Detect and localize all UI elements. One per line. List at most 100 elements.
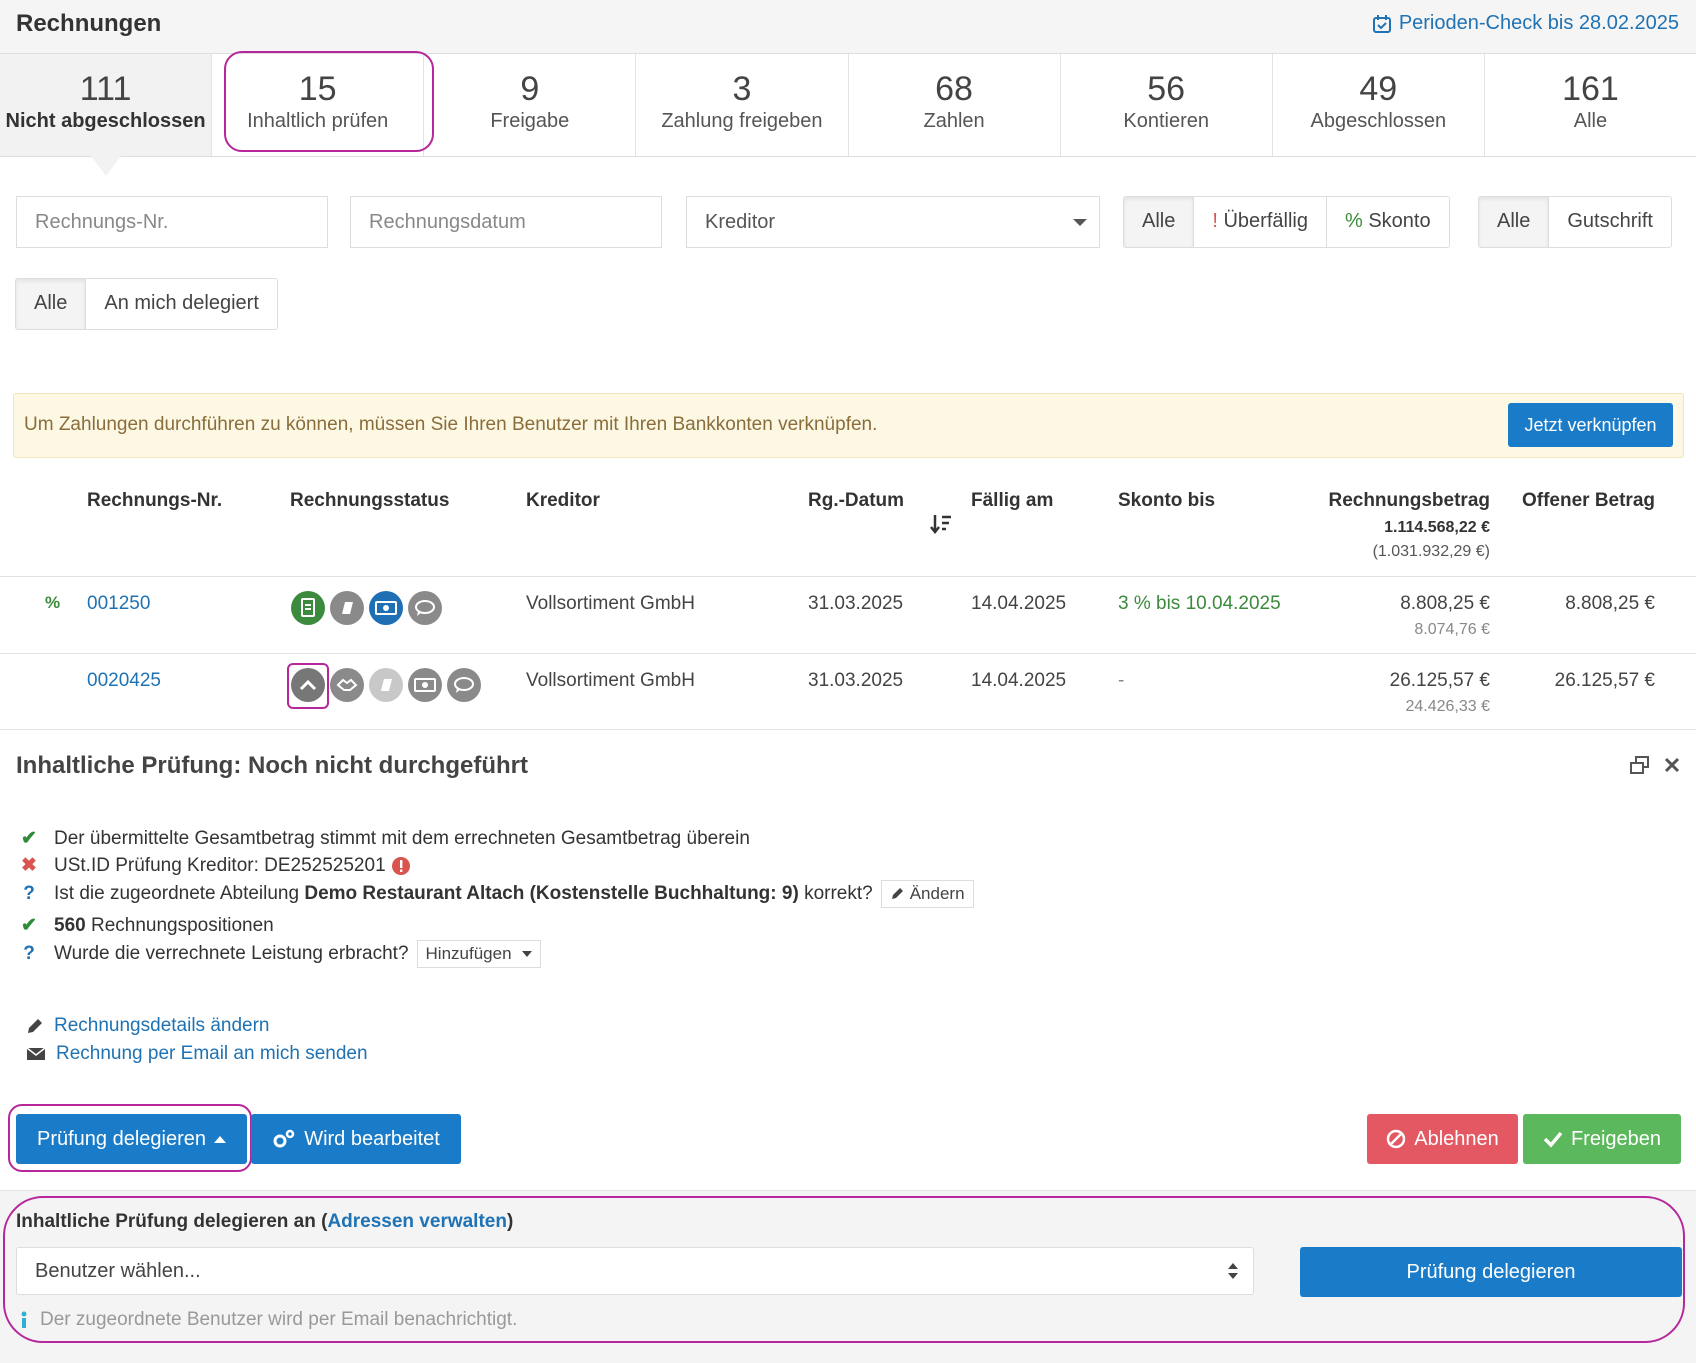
email-invoice-label: Rechnung per Email an mich senden <box>56 1043 368 1064</box>
table-row[interactable]: 0020425 Vollsortiment GmbH 31.03.2025 14… <box>0 653 1696 730</box>
book-icon[interactable] <box>330 591 364 625</box>
col-date[interactable]: Rg.-Datum <box>808 490 904 512</box>
tab-count: 9 <box>520 70 540 108</box>
tab-account[interactable]: 56 Kontieren <box>1061 54 1273 156</box>
email-invoice-link[interactable]: Rechnung per Email an mich senden <box>26 1043 368 1065</box>
creditor-select[interactable]: Kreditor <box>686 196 1100 248</box>
invoice-date: 31.03.2025 <box>808 670 904 691</box>
period-check-link[interactable]: Perioden-Check bis 28.02.2025 <box>1372 12 1679 35</box>
open-amount: 8.808,25 € <box>1565 593 1655 614</box>
col-open-amount[interactable]: Offener Betrag <box>1500 490 1655 512</box>
panel-controls <box>1630 756 1680 774</box>
col-creditor[interactable]: Kreditor <box>526 490 600 512</box>
add-dropdown-button[interactable]: Hinzufügen <box>416 940 541 968</box>
tab-not-completed[interactable]: 111 Nicht abgeschlossen <box>0 54 213 176</box>
invoice-amount: 26.125,57 € <box>1389 670 1490 691</box>
check-text: Rechnungspositionen <box>90 914 274 936</box>
discount-until: 3 % bis 10.04.2025 <box>1118 593 1281 614</box>
reject-label: Ablehnen <box>1414 1127 1499 1150</box>
invoice-amount: 8.808,25 € <box>1400 593 1490 614</box>
col-due[interactable]: Fällig am <box>971 490 1053 512</box>
sort-desc-icon[interactable] <box>930 513 952 535</box>
popout-icon[interactable] <box>1630 756 1650 774</box>
chevron-down-icon <box>1073 219 1087 226</box>
check-icon <box>1543 1130 1563 1148</box>
handshake-icon[interactable] <box>330 668 364 702</box>
col-amount[interactable]: Rechnungsbetrag <box>1290 490 1490 512</box>
check-department: ? Ist die zugeordnete Abteilung Demo Res… <box>16 880 974 908</box>
amount-net-total: (1.031.932,29 €) <box>1372 543 1490 560</box>
alert-text: Um Zahlungen durchführen zu können, müss… <box>24 414 878 435</box>
money-icon[interactable] <box>369 591 403 625</box>
check-text: Wurde die verrechnete Leistung erbracht? <box>54 943 409 964</box>
tab-label: Alle <box>1573 110 1608 132</box>
type-filter-all[interactable]: Alle <box>1479 197 1550 247</box>
invoice-date-input[interactable]: Rechnungsdatum <box>350 196 662 248</box>
invoice-number-input[interactable]: Rechnungs-Nr. <box>16 196 328 248</box>
open-amount: 26.125,57 € <box>1554 670 1655 691</box>
comment-icon[interactable] <box>408 591 442 625</box>
check-text: Der übermittelte Gesamtbetrag stimmt mit… <box>54 827 750 849</box>
highlight-tab-annotation <box>224 51 434 152</box>
tab-count: 3 <box>732 70 752 108</box>
type-filter-group: Alle Gutschrift <box>1478 196 1672 248</box>
tab-payment-approval[interactable]: 3 Zahlung freigeben <box>636 54 849 156</box>
tab-count: 68 <box>935 70 973 108</box>
invoice-number-link[interactable]: 001250 <box>87 593 150 615</box>
period-check-label: Perioden-Check bis 28.02.2025 <box>1398 12 1679 34</box>
money-icon[interactable] <box>408 668 442 702</box>
status-filter-group: Alle ! Überfällig % Skonto <box>1123 196 1450 248</box>
table-row[interactable]: % 001250 Vollsortiment GmbH 31.03.2025 1… <box>0 576 1696 653</box>
approve-button[interactable]: Freigeben <box>1523 1114 1681 1164</box>
status-filter-all[interactable]: Alle <box>1124 197 1195 247</box>
in-progress-button[interactable]: Wird bearbeitet <box>251 1114 461 1164</box>
creditor-name: Vollsortiment GmbH <box>526 670 695 691</box>
status-filter-discount[interactable]: % Skonto <box>1326 197 1449 247</box>
reject-button[interactable]: Ablehnen <box>1367 1114 1518 1164</box>
tab-approval[interactable]: 9 Freigabe <box>424 54 637 156</box>
link-now-button[interactable]: Jetzt verknüpfen <box>1508 403 1673 447</box>
status-filter-overdue-label: Überfällig <box>1223 210 1308 232</box>
book-icon[interactable] <box>369 668 403 702</box>
creditor-select-value: Kreditor <box>705 211 776 233</box>
document-icon[interactable] <box>291 591 325 625</box>
comment-icon[interactable] <box>447 668 481 702</box>
pencil-icon <box>26 1017 44 1035</box>
col-invoice-no[interactable]: Rechnungs-Nr. <box>87 490 222 512</box>
delegation-filter-delegated[interactable]: An mich delegiert <box>86 279 277 329</box>
status-filter-discount-label: Skonto <box>1368 210 1431 232</box>
tab-pay[interactable]: 68 Zahlen <box>849 54 1061 156</box>
panel-title: Inhaltliche Prüfung: Noch nicht durchgef… <box>16 752 528 779</box>
close-icon[interactable] <box>1664 757 1680 773</box>
col-status[interactable]: Rechnungsstatus <box>290 490 449 512</box>
highlight-delegation-annotation <box>3 1196 1685 1343</box>
col-discount[interactable]: Skonto bis <box>1118 490 1215 512</box>
tab-count: 49 <box>1359 70 1398 108</box>
tab-label: Kontieren <box>1123 110 1209 132</box>
positions-count: 560 <box>54 914 86 936</box>
invoice-number-link[interactable]: 0020425 <box>87 670 161 692</box>
tab-completed[interactable]: 49 Abgeschlossen <box>1273 54 1485 156</box>
amount-total: 1.114.568,22 € <box>1384 519 1490 536</box>
highlight-button-annotation <box>8 1104 252 1172</box>
page-title: Rechnungen <box>16 10 162 37</box>
creditor-name: Vollsortiment GmbH <box>526 593 695 614</box>
check-icon: ✔ <box>21 828 37 849</box>
tab-all[interactable]: 161 Alle <box>1485 54 1696 156</box>
due-date: 14.04.2025 <box>971 670 1067 691</box>
edit-details-label: Rechnungsdetails ändern <box>54 1015 270 1036</box>
top-bar: Rechnungen Perioden-Check bis 28.02.2025 <box>0 0 1696 54</box>
edit-details-link[interactable]: Rechnungsdetails ändern <box>26 1015 270 1037</box>
tab-label: Zahlung freigeben <box>661 110 823 132</box>
exclamation-icon: ! <box>1212 210 1218 232</box>
delegation-filter-all[interactable]: Alle <box>16 279 87 329</box>
change-department-button[interactable]: Ändern <box>880 880 974 908</box>
error-icon <box>391 856 410 875</box>
status-filter-overdue[interactable]: ! Überfällig <box>1194 197 1327 247</box>
cross-icon: ✖ <box>21 855 37 876</box>
check-text-pre: Ist die zugeordnete Abteilung <box>54 883 300 904</box>
tab-label: Nicht abgeschlossen <box>5 110 206 132</box>
invoice-date: 31.03.2025 <box>808 593 904 614</box>
type-filter-credit[interactable]: Gutschrift <box>1549 197 1671 247</box>
department-name: Demo Restaurant Altach (Kostenstelle Buc… <box>304 883 799 904</box>
